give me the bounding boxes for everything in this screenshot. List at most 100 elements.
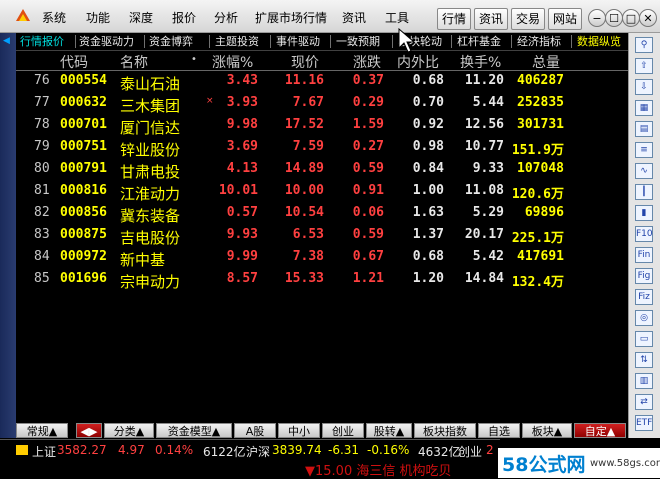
news-button[interactable]: 资讯: [474, 8, 509, 30]
news-ticker[interactable]: ▼15.00 海三信 机构吃贝: [305, 460, 451, 479]
maximize-icon[interactable]: □: [622, 9, 640, 27]
col-header-price[interactable]: 现价: [291, 52, 319, 72]
table-row[interactable]: 80 000791 甘肃电投 4.13 14.89 0.59 0.84 9.33 107048: [16, 161, 628, 183]
cell-name: 厦门信达: [120, 119, 181, 137]
btab-prev-next[interactable]: ◀▶: [76, 423, 102, 438]
table-icon[interactable]: ▤: [635, 121, 653, 137]
up-arrow-icon[interactable]: ⇧: [635, 58, 653, 74]
kline-icon[interactable]: ┃: [635, 184, 653, 200]
cell-name: 泰山石油: [120, 75, 181, 93]
col-header-mark: •: [191, 54, 197, 65]
menu-depth[interactable]: 深度: [129, 9, 153, 26]
col-header-change[interactable]: 涨跌: [353, 52, 381, 72]
menu-function[interactable]: 功能: [86, 9, 110, 26]
col-header-volume[interactable]: 总量: [532, 52, 560, 72]
btab-a-shares[interactable]: A股: [234, 423, 276, 438]
grid-icon[interactable]: ▦: [635, 100, 653, 116]
cell-idx: 76: [34, 73, 50, 88]
btab-neeq[interactable]: 股转▲: [366, 423, 412, 438]
sort-icon[interactable]: ⇅: [635, 352, 653, 368]
volume-icon[interactable]: ▮: [635, 205, 653, 221]
col-header-turnover[interactable]: 换手%: [460, 52, 501, 72]
cell-idx: 85: [34, 271, 50, 286]
cell-chg: 0.29: [352, 95, 384, 110]
down-arrow-icon[interactable]: ⇩: [635, 79, 653, 95]
col-header-inout-ratio[interactable]: 内外比: [397, 52, 439, 72]
fin-icon[interactable]: Fin: [635, 247, 653, 263]
cell-code: 000816: [60, 183, 107, 198]
table-row[interactable]: 77 000632 三木集团 × 3.93 7.67 0.29 0.70 5.44 252835: [16, 95, 628, 117]
tab-consensus[interactable]: 一致预期: [336, 34, 380, 49]
btab-capital-model[interactable]: 资金模型▲: [156, 423, 232, 438]
btab-category[interactable]: 分类▲: [104, 423, 154, 438]
etf-icon[interactable]: ETF: [635, 415, 653, 431]
menu-news[interactable]: 资讯: [342, 9, 366, 26]
tab-data-overview[interactable]: 数据纵览: [577, 34, 621, 49]
btab-sme[interactable]: 中小: [278, 423, 320, 438]
f10-icon[interactable]: F10: [635, 226, 653, 242]
table-row[interactable]: 79 000751 锌业股份 3.69 7.59 0.27 0.98 10.77 151.9万: [16, 139, 628, 161]
cell-price: 6.53: [292, 227, 324, 242]
cell-chg: 1.21: [352, 271, 384, 286]
sh-index-label: 上证: [32, 445, 57, 459]
fig-icon[interactable]: Fig: [635, 268, 653, 284]
col-header-name[interactable]: 名称: [120, 52, 148, 72]
btab-sector-index[interactable]: 板块指数: [414, 423, 476, 438]
table-row[interactable]: 81 000816 江淮动力 10.01 10.00 0.91 1.00 11.08 120.6…: [16, 183, 628, 205]
cell-idx: 77: [34, 95, 50, 110]
pin-icon[interactable]: ⚲: [635, 37, 653, 53]
website-button[interactable]: 网站: [548, 8, 583, 30]
tab-separator: [270, 35, 271, 48]
trade-button[interactable]: 交易: [511, 8, 546, 30]
list-icon[interactable]: ≡: [635, 142, 653, 158]
btab-growth[interactable]: 创业: [322, 423, 364, 438]
menu-quote[interactable]: 报价: [172, 9, 196, 26]
cell-chg: 1.59: [352, 117, 384, 132]
cell-ratio: 0.70: [412, 95, 444, 110]
fiz-icon[interactable]: Fiz: [635, 289, 653, 305]
option-icon[interactable]: ◎: [635, 310, 653, 326]
folder-icon[interactable]: ▭: [635, 331, 653, 347]
menu-extended-market[interactable]: 扩展市场行情: [255, 9, 327, 26]
close-icon[interactable]: ✕: [639, 9, 657, 27]
tab-theme-invest[interactable]: 主题投资: [215, 34, 259, 49]
tab-economic-indicators[interactable]: 经济指标: [517, 34, 561, 49]
menu-tools[interactable]: 工具: [385, 9, 409, 26]
col-header-change-pct[interactable]: 涨幅%: [212, 52, 253, 72]
cell-chg: 0.67: [352, 249, 384, 264]
cell-idx: 81: [34, 183, 50, 198]
btab-custom[interactable]: 自定▲: [574, 423, 626, 438]
menu-analysis[interactable]: 分析: [214, 9, 238, 26]
minimize-icon[interactable]: −: [588, 9, 606, 27]
cell-price: 15.33: [284, 271, 324, 286]
watermark-url: www.58gs.com: [590, 458, 660, 469]
table-row[interactable]: 82 000856 冀东装备 0.57 10.54 0.06 1.63 5.29 69896: [16, 205, 628, 227]
bars-icon[interactable]: ▥: [635, 373, 653, 389]
quote-button[interactable]: 行情: [437, 8, 472, 30]
btab-watchlist[interactable]: 自选: [478, 423, 520, 438]
table-row[interactable]: 78 000701 厦门信达 9.98 17.52 1.59 0.92 12.56 301731: [16, 117, 628, 139]
table-row[interactable]: 84 000972 新中基 9.99 7.38 0.67 0.68 5.42 417691: [16, 249, 628, 271]
exchange-icon[interactable]: ⇄: [635, 394, 653, 410]
line-chart-icon[interactable]: ∿: [635, 163, 653, 179]
tab-event-drive[interactable]: 事件驱动: [276, 34, 320, 49]
menu-system[interactable]: 系统: [42, 9, 66, 26]
collapse-arrow-icon[interactable]: ◀: [3, 36, 13, 46]
btab-sector[interactable]: 板块▲: [522, 423, 572, 438]
btab-normal[interactable]: 常规▲: [16, 423, 68, 438]
cell-idx: 78: [34, 117, 50, 132]
tab-quote[interactable]: 行情报价: [20, 34, 64, 49]
table-row[interactable]: 85 001696 宗申动力 8.57 15.33 1.21 1.20 14.84 132.4万: [16, 271, 628, 293]
restore-icon[interactable]: ☐: [605, 9, 623, 27]
table-row[interactable]: 83 000875 吉电股份 9.93 6.53 0.59 1.37 20.17 225.1万: [16, 227, 628, 249]
cell-volume: 406287: [517, 73, 564, 88]
tab-capital-game[interactable]: 资金博弈: [149, 34, 193, 49]
bell-icon[interactable]: [16, 445, 28, 455]
cell-price: 11.16: [284, 73, 324, 88]
header-divider: [16, 70, 628, 71]
tab-leverage-fund[interactable]: 杠杆基金: [457, 34, 501, 49]
table-row[interactable]: 76 000554 泰山石油 3.43 11.16 0.37 0.68 11.20 406287: [16, 73, 628, 95]
cell-code: 000701: [60, 117, 107, 132]
col-header-code[interactable]: 代码: [60, 52, 88, 72]
tab-capital-drive[interactable]: 资金驱动力: [79, 34, 134, 49]
